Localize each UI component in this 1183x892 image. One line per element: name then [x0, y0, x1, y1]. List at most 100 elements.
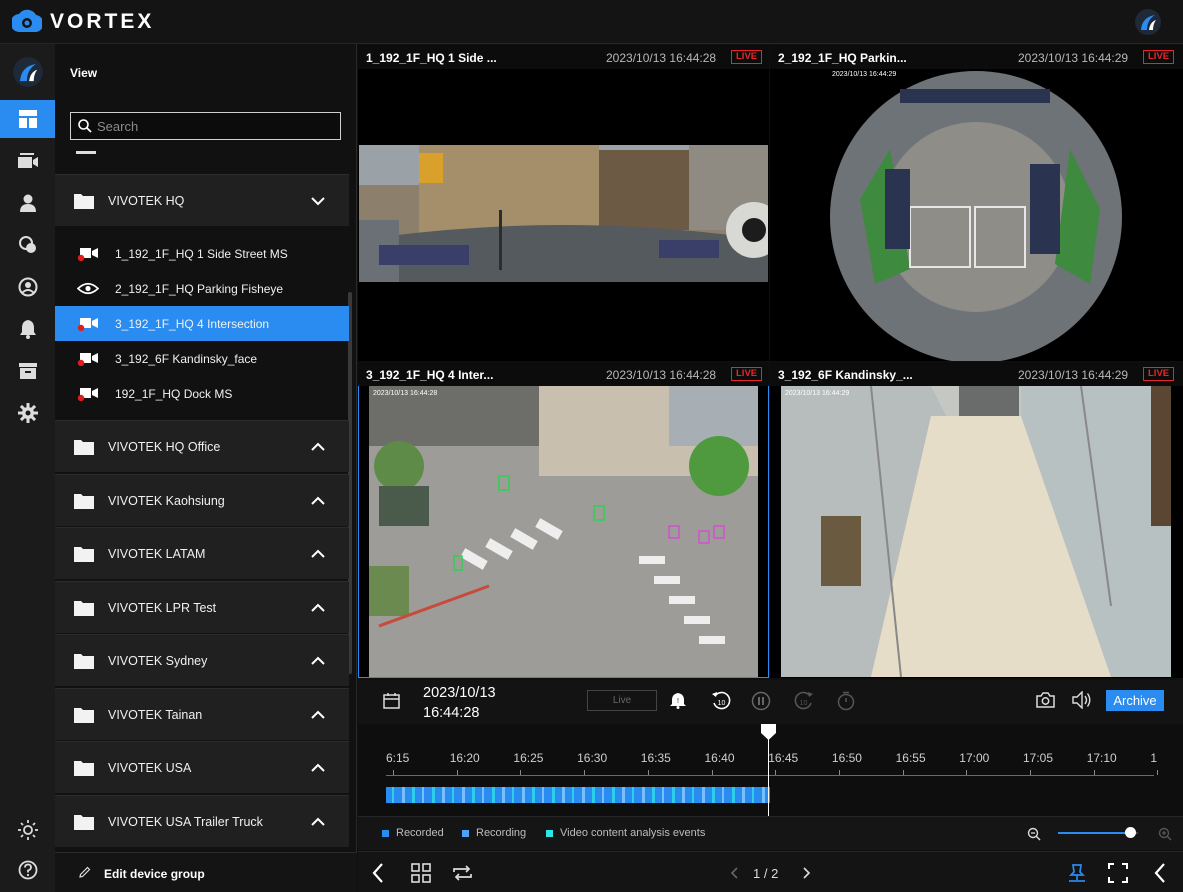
chevron-up-icon[interactable] — [311, 496, 325, 506]
vca-event-marker — [422, 787, 424, 803]
avatar-icon — [12, 57, 43, 87]
playhead-marker-icon[interactable] — [761, 724, 776, 740]
chevron-up-icon[interactable] — [311, 442, 325, 452]
collapse-panel-icon[interactable] — [372, 863, 384, 883]
vca-event-marker — [632, 787, 634, 803]
search-box[interactable] — [70, 112, 341, 140]
zoom-out-icon[interactable] — [1027, 827, 1041, 841]
folder-icon — [74, 493, 94, 509]
zoom-in-icon[interactable] — [1158, 827, 1172, 841]
rail-views[interactable] — [0, 100, 55, 138]
rail-users[interactable] — [0, 184, 55, 222]
app-name: VORTEX — [50, 10, 155, 33]
device-group[interactable]: VIVOTEK HQ — [55, 174, 349, 226]
vca-event-marker — [602, 787, 604, 803]
timeline-tick-label: 16:35 — [640, 751, 671, 765]
vca-event-marker — [682, 787, 685, 803]
page-next-icon[interactable] — [803, 867, 811, 879]
vca-event-marker — [622, 787, 625, 803]
camera-item[interactable]: 3_192_6F Kandinsky_face — [55, 341, 349, 376]
timeline[interactable]: 6:15 16:20 16:25 16:30 16:35 16:40 16:45 16:50 1… — [358, 724, 1183, 816]
page-prev-icon[interactable] — [730, 867, 738, 879]
rail-settings[interactable] — [0, 394, 55, 432]
chevron-up-icon[interactable] — [311, 763, 325, 773]
calendar-icon[interactable] — [383, 692, 400, 709]
device-group[interactable]: VIVOTEK LPR Test — [55, 581, 349, 633]
device-group[interactable]: VIVOTEK HQ Office — [55, 420, 349, 472]
pin-icon[interactable] — [1068, 863, 1086, 883]
vca-event-marker — [432, 787, 435, 803]
chevron-up-icon[interactable] — [311, 817, 325, 827]
device-panel: View VIVOTEK HQ VIVOTEK HQ Office VIVOTEK … — [55, 44, 357, 892]
chevron-up-icon[interactable] — [311, 549, 325, 559]
pause-icon[interactable] — [751, 691, 771, 711]
tile-camera-name: 1_192_1F_HQ 1 Side ... — [366, 51, 497, 65]
timeline-tick-label: 16:55 — [895, 751, 926, 765]
chevron-down-icon[interactable] — [311, 196, 325, 206]
view-footer: 1 / 2 — [358, 851, 1183, 892]
recording-bar[interactable] — [386, 787, 770, 803]
archive-button[interactable]: Archive — [1106, 690, 1164, 711]
video-tile-2[interactable]: 2_192_1F_HQ Parkin... 2023/10/13 16:44:2… — [770, 45, 1183, 361]
rail-archive[interactable] — [0, 352, 55, 390]
swap-icon[interactable] — [452, 864, 473, 882]
playback-controls: 2023/10/13 16:44:28 Live ! 10 10 Archive — [358, 680, 1183, 724]
vca-event-marker — [492, 787, 495, 803]
legend-recording: Recording — [462, 827, 526, 839]
rail-help[interactable] — [0, 851, 55, 889]
vca-event-marker — [472, 787, 475, 803]
edit-device-group-button[interactable]: Edit device group — [55, 852, 357, 892]
search-input[interactable] — [97, 118, 317, 134]
grid-layout-icon[interactable] — [411, 863, 431, 883]
alarm-bell-icon[interactable]: ! — [670, 692, 686, 709]
device-group[interactable]: VIVOTEK Kaohsiung — [55, 474, 349, 526]
device-group[interactable]: VIVOTEK LATAM — [55, 527, 349, 579]
timeline-tick-label: 16:25 — [513, 751, 544, 765]
rewind-10-icon[interactable]: 10 — [711, 691, 731, 711]
tile-timestamp: 2023/10/13 16:44:29 — [1018, 368, 1129, 382]
tile-camera-name: 3_192_6F Kandinsky_... — [778, 368, 913, 382]
rail-alerts[interactable] — [0, 310, 55, 348]
live-button[interactable]: Live — [587, 690, 657, 711]
zoom-slider-handle[interactable] — [1125, 827, 1136, 838]
chevron-up-icon[interactable] — [311, 710, 325, 720]
camera-item[interactable]: 192_1F_HQ Dock MS — [55, 376, 349, 411]
timer-icon[interactable] — [836, 691, 856, 711]
camera-item[interactable]: 2_192_1F_HQ Parking Fisheye — [55, 271, 349, 306]
timeline-tick-label: 17:05 — [1023, 751, 1054, 765]
hide-sidebar-icon[interactable] — [1154, 863, 1166, 883]
timeline-tick-label: 16:20 — [449, 751, 480, 765]
device-group[interactable]: VIVOTEK USA — [55, 741, 349, 793]
eye-icon — [77, 282, 99, 295]
chevron-up-icon[interactable] — [311, 603, 325, 613]
rail-avatar[interactable] — [0, 50, 55, 94]
camera-recording-icon — [77, 318, 98, 331]
snapshot-camera-icon[interactable] — [1036, 692, 1055, 708]
layout-icon — [18, 110, 37, 128]
camera-item[interactable]: 3_192_1F_HQ 4 Intersection — [55, 306, 349, 341]
camera-item[interactable]: 1_192_1F_HQ 1 Side Street MS — [55, 236, 349, 271]
device-group[interactable]: VIVOTEK Tainan — [55, 688, 349, 740]
rail-theme[interactable] — [0, 811, 55, 849]
volume-icon[interactable] — [1072, 691, 1092, 709]
rail-playback[interactable] — [0, 142, 55, 180]
video-tile-3[interactable]: 3_192_1F_HQ 4 Inter... 2023/10/13 16:44:… — [358, 362, 769, 678]
folder-icon — [74, 193, 94, 209]
video-tile-1[interactable]: 1_192_1F_HQ 1 Side ... 2023/10/13 16:44:… — [358, 45, 769, 361]
rail-account[interactable] — [0, 268, 55, 306]
folder-icon — [74, 439, 94, 455]
chevron-up-icon[interactable] — [311, 656, 325, 666]
cloud-logo-icon — [12, 9, 42, 33]
video-tile-4[interactable]: 3_192_6F Kandinsky_... 2023/10/13 16:44:… — [770, 362, 1183, 678]
feed-overlay-timestamp: 2023/10/13 16:44:29 — [785, 390, 849, 397]
device-group[interactable]: VIVOTEK USA Trailer Truck — [55, 795, 349, 847]
hallway-camera-feed: 2023/10/13 16:44:29 — [781, 386, 1171, 677]
user-avatar[interactable] — [1134, 8, 1162, 36]
fullscreen-icon[interactable] — [1108, 863, 1128, 883]
forward-10-icon[interactable]: 10 — [794, 691, 814, 711]
vca-event-marker — [392, 787, 394, 803]
rail-analytics[interactable] — [0, 226, 55, 264]
feed-overlay-timestamp: 2023/10/13 16:44:28 — [373, 390, 437, 397]
device-group[interactable]: VIVOTEK Sydney — [55, 634, 349, 686]
tile-camera-name: 2_192_1F_HQ Parkin... — [778, 51, 907, 65]
